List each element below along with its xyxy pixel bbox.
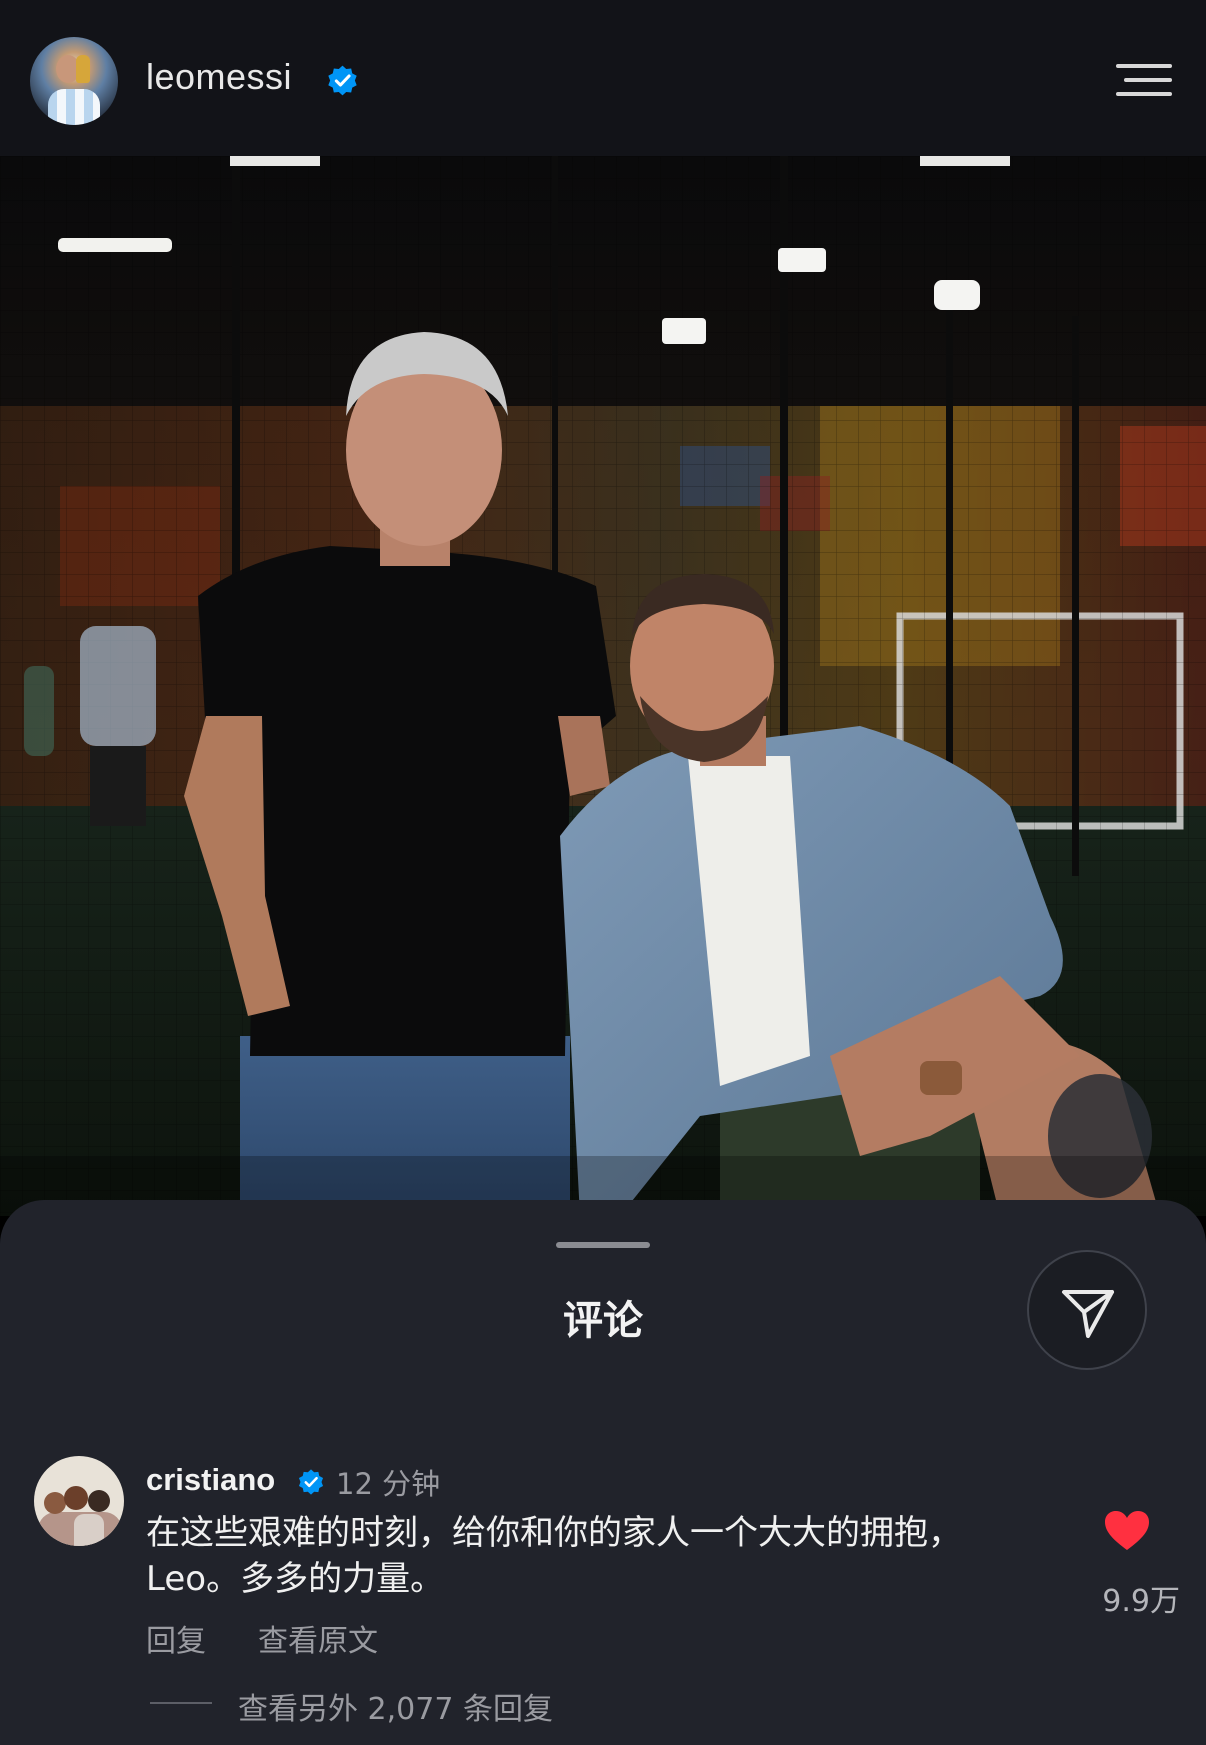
profile-avatar[interactable] [30,37,118,125]
comment-timestamp: 12 分钟 [336,1467,441,1501]
verified-badge-icon [298,1469,324,1495]
comments-title: 评论 [563,1298,643,1344]
avatar-trophy [76,55,90,83]
paper-plane-icon [1062,1290,1114,1338]
reply-button[interactable]: 回复 [146,1616,206,1660]
heart-icon[interactable] [1104,1510,1150,1552]
comments-sheet: 评论 cristiano 12 分钟 在这些艰难的时刻，给你和你的家人一个大大的… [0,1200,1206,1745]
profile-header: leomessi [0,0,1206,156]
avatar-face [88,1490,110,1512]
avatar-figure [74,1514,104,1546]
post-photo-image [0,156,1206,1216]
commenter-avatar[interactable] [34,1456,124,1546]
sheet-drag-handle[interactable] [556,1242,650,1248]
see-original-button[interactable]: 查看原文 [258,1616,378,1660]
share-button[interactable] [1027,1250,1147,1370]
comment-username[interactable]: cristiano [146,1462,275,1498]
avatar-face [64,1486,88,1510]
avatar-face [44,1492,66,1514]
like-count: 9.9万 [1102,1584,1180,1619]
comment-text: 在这些艰难的时刻，给你和你的家人一个大大的拥抱，Leo。多多的力量。 [146,1513,962,1599]
profile-username[interactable]: leomessi [146,56,292,98]
post-photo[interactable] [0,156,1206,1216]
verified-badge-icon [328,65,357,96]
view-replies-button[interactable]: 查看另外 2,077 条回复 [238,1684,553,1728]
avatar-shirt [48,89,100,125]
hamburger-menu-icon[interactable] [1114,62,1174,98]
replies-divider [150,1702,212,1704]
